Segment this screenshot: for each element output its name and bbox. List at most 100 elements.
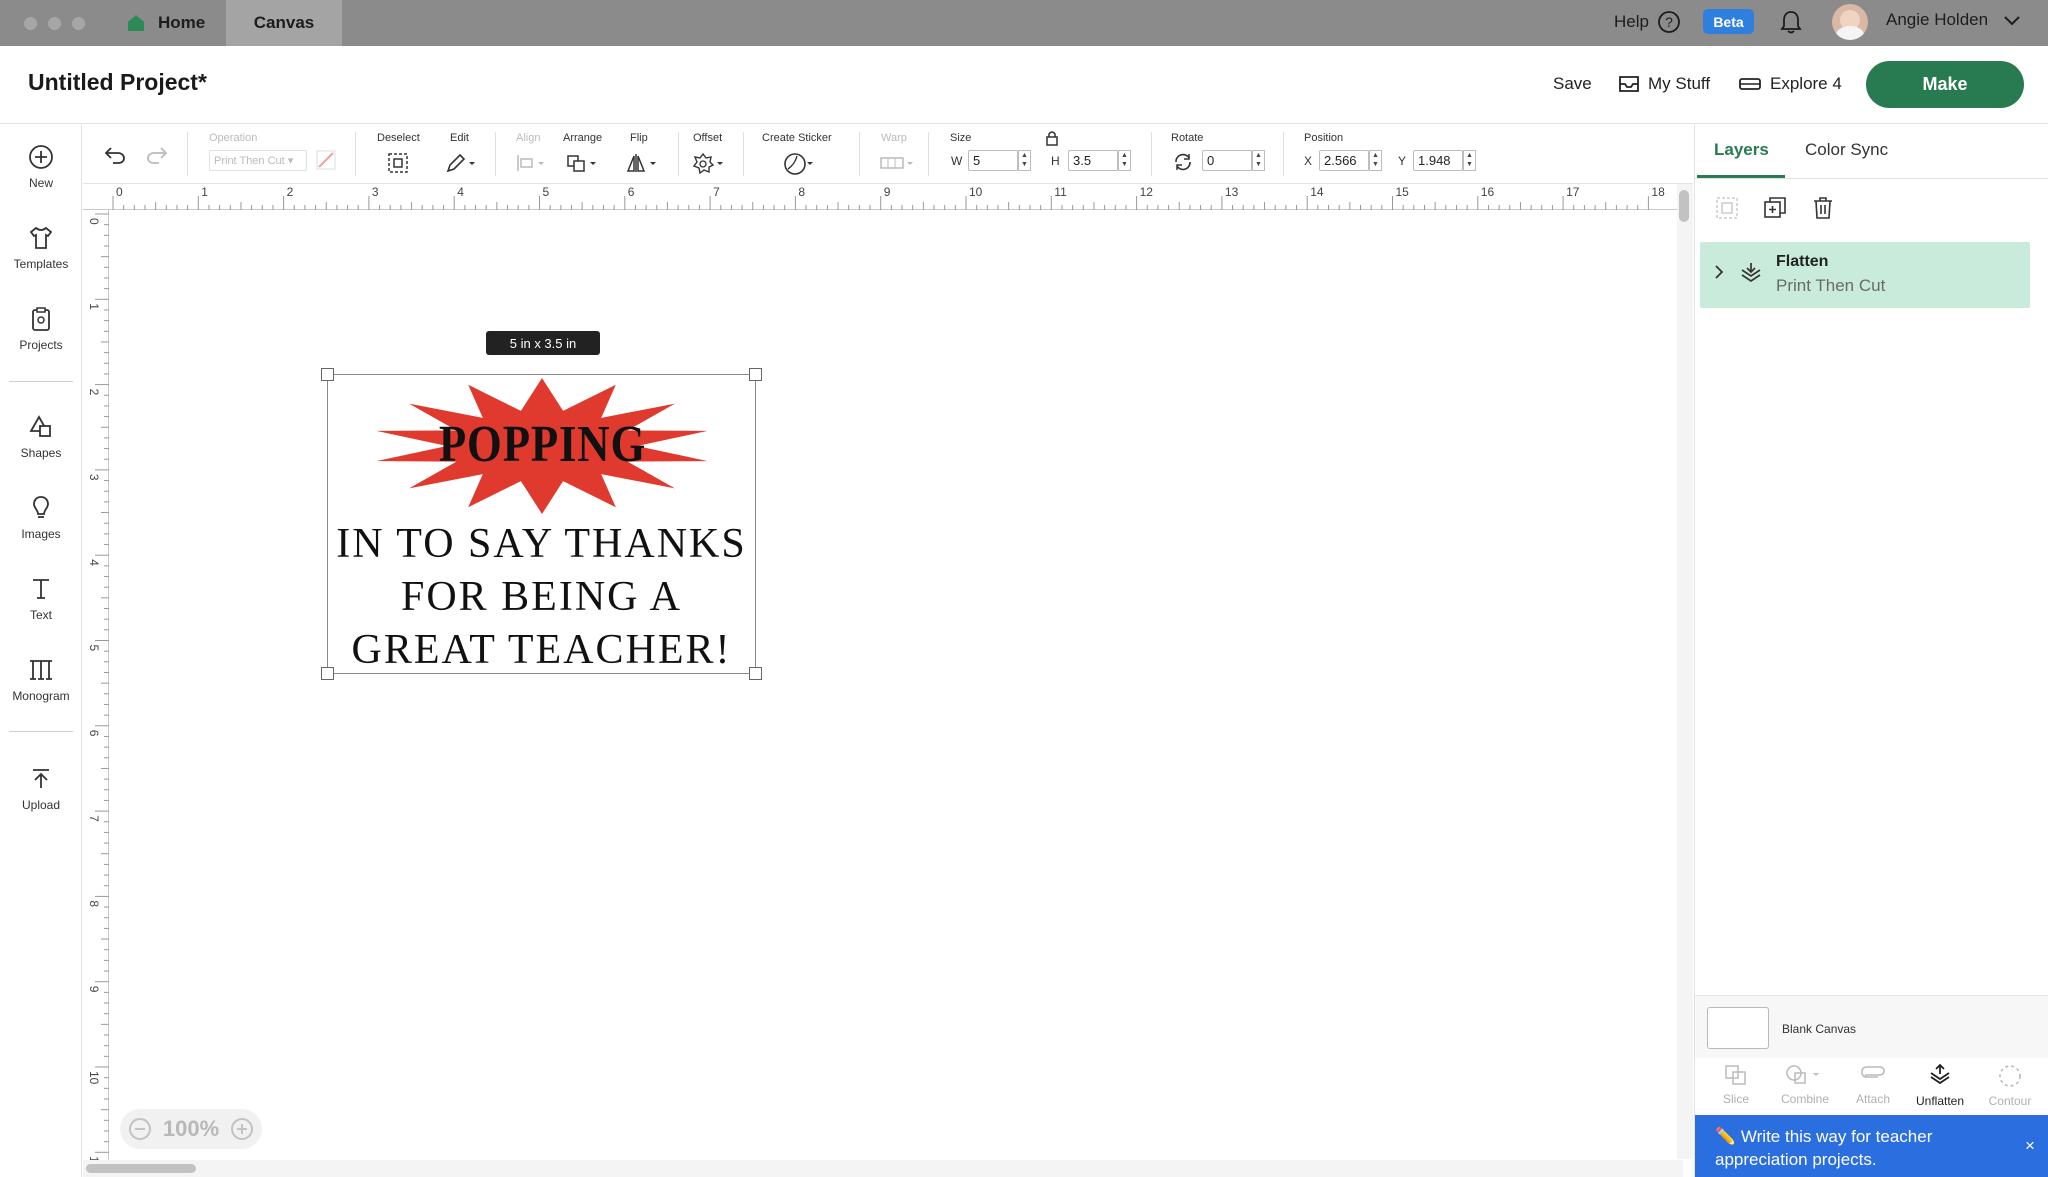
tip-close-button[interactable]: ×	[2025, 1136, 2035, 1156]
horizontal-scrollbar[interactable]	[83, 1160, 1683, 1177]
arrange-icon[interactable]	[566, 152, 600, 174]
window-minimize-dot[interactable]	[48, 17, 61, 30]
warp-icon[interactable]	[879, 152, 917, 174]
tip-banner[interactable]: ✏️ Write this way for teacher appreciati…	[1695, 1115, 2048, 1177]
zoom-level: 100%	[162, 1116, 220, 1141]
zoom-out-icon[interactable]	[128, 1117, 152, 1141]
resize-handle-top-left[interactable]	[321, 368, 334, 381]
sidebar-item-new[interactable]: New	[0, 144, 82, 190]
machine-label: Explore 4	[1770, 74, 1842, 93]
make-button[interactable]: Make	[1866, 61, 2024, 108]
slice-button[interactable]: Slice	[1701, 1063, 1771, 1106]
sidebar-item-text[interactable]: Text	[0, 576, 82, 622]
project-header: Untitled Project* Save My Stuff Explore …	[0, 46, 2048, 124]
resize-handle-bottom-right[interactable]	[749, 667, 762, 680]
x-input[interactable]: 2.566	[1319, 150, 1369, 171]
vertical-scroll-thumb[interactable]	[1679, 190, 1689, 222]
trash-icon[interactable]	[1811, 196, 1835, 220]
user-name[interactable]: Angie Holden	[1886, 10, 1988, 30]
selection-box[interactable]	[327, 374, 756, 674]
height-label: H	[1051, 154, 1060, 168]
y-input[interactable]: 1.948	[1413, 150, 1463, 171]
group-icon[interactable]	[1715, 196, 1739, 220]
slice-icon	[1725, 1065, 1746, 1085]
window-zoom-dot[interactable]	[72, 17, 85, 30]
layer-name: Flatten	[1776, 253, 1829, 270]
machine-select-button[interactable]: Explore 4	[1738, 74, 1842, 94]
blank-canvas-swatch[interactable]	[1707, 1007, 1769, 1049]
title-bar: Home Canvas Help ? Beta Angie Holden	[0, 0, 2048, 46]
horizontal-scroll-thumb[interactable]	[86, 1164, 196, 1173]
beta-badge[interactable]: Beta	[1703, 9, 1754, 34]
my-stuff-button[interactable]: My Stuff	[1618, 74, 1710, 94]
deselect-icon[interactable]	[387, 152, 409, 174]
sidebar-item-monogram[interactable]: Monogram	[0, 657, 82, 703]
x-stepper[interactable]: ▲ ▼	[1369, 150, 1382, 171]
tab-home[interactable]: Home	[118, 0, 226, 46]
avatar[interactable]	[1832, 4, 1868, 40]
contour-button[interactable]: Contour	[1975, 1063, 2045, 1108]
height-stepper[interactable]: ▲ ▼	[1118, 150, 1131, 171]
help-button[interactable]: Help ?	[1614, 10, 1681, 34]
design-canvas[interactable]	[110, 210, 1676, 1160]
undo-icon[interactable]	[103, 144, 127, 166]
ruler-label: 4	[87, 559, 101, 566]
combine-button[interactable]: Combine	[1770, 1063, 1840, 1106]
sidebar-item-text-label: Text	[29, 608, 52, 622]
window-close-dot[interactable]	[24, 17, 37, 30]
resize-handle-bottom-left[interactable]	[321, 667, 334, 680]
tab-layers[interactable]: Layers	[1714, 140, 1769, 160]
bell-icon[interactable]	[1779, 9, 1803, 35]
height-input[interactable]: 3.5	[1068, 150, 1118, 171]
ruler-label: 1	[87, 303, 101, 310]
ruler-label: 12	[1140, 185, 1154, 199]
rotate-stepper[interactable]: ▲ ▼	[1252, 150, 1265, 171]
tab-color-sync[interactable]: Color Sync	[1805, 140, 1888, 160]
offset-label: Offset	[693, 132, 723, 144]
pencil-icon[interactable]	[445, 152, 477, 174]
rotate-icon[interactable]	[1172, 151, 1194, 173]
sidebar-item-projects[interactable]: Projects	[0, 306, 82, 352]
project-title[interactable]: Untitled Project*	[28, 69, 207, 96]
y-stepper[interactable]: ▲ ▼	[1463, 150, 1476, 171]
operation-color-icon[interactable]	[316, 150, 336, 170]
zoom-control: 100%	[120, 1109, 262, 1149]
flatten-layer-icon	[1741, 263, 1761, 283]
vertical-scrollbar[interactable]	[1677, 184, 1693, 1159]
arrange-label: Arrange	[563, 132, 603, 144]
offset-icon[interactable]	[693, 152, 727, 174]
rotate-input[interactable]: 0	[1202, 150, 1252, 171]
width-input[interactable]: 5	[968, 150, 1018, 171]
width-stepper[interactable]: ▲ ▼	[1018, 150, 1031, 171]
ruler-label: 7	[87, 815, 101, 822]
layer-operation: Print Then Cut	[1776, 276, 1886, 295]
ruler-label: 10	[87, 1071, 101, 1085]
unflatten-button[interactable]: Unflatten	[1905, 1063, 1975, 1108]
sidebar-item-images[interactable]: Images	[0, 495, 82, 541]
text-icon	[33, 579, 49, 599]
ruler-horizontal: 0 1 2 3 4 5 6 7 8 9 10 11 12 13 14 15 16 17 18	[83, 184, 1678, 210]
save-button[interactable]: Save	[1553, 74, 1592, 94]
sidebar-item-shapes-label: Shapes	[20, 446, 62, 460]
align-icon[interactable]	[515, 152, 547, 174]
chevron-down-icon[interactable]	[2003, 14, 2021, 28]
redo-icon[interactable]	[145, 144, 169, 166]
sidebar-item-shapes[interactable]: Shapes	[0, 414, 82, 460]
tab-canvas[interactable]: Canvas	[226, 0, 342, 46]
chevron-right-icon[interactable]	[1712, 264, 1726, 280]
operation-select[interactable]: Print Then Cut ▾	[209, 150, 307, 171]
resize-handle-top-right[interactable]	[749, 368, 762, 381]
sidebar-item-templates[interactable]: Templates	[0, 225, 82, 271]
flip-label: Flip	[630, 132, 648, 144]
ruler-label: 18	[1651, 185, 1665, 199]
y-label: Y	[1398, 154, 1407, 168]
duplicate-icon[interactable]	[1763, 196, 1787, 220]
lock-icon[interactable]	[1045, 130, 1059, 146]
deselect-label: Deselect	[377, 132, 420, 144]
sidebar-item-upload[interactable]: Upload	[0, 766, 82, 812]
attach-button[interactable]: Attach	[1838, 1063, 1908, 1106]
flip-icon[interactable]	[626, 152, 660, 174]
sticker-icon[interactable]	[783, 152, 817, 176]
zoom-in-icon[interactable]	[230, 1117, 254, 1141]
align-label: Align	[516, 132, 541, 144]
